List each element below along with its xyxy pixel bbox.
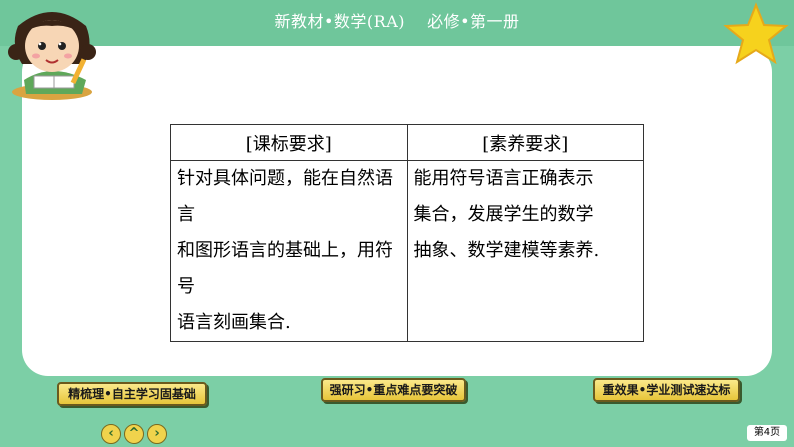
cell-line: 语言刻画集合.: [177, 312, 291, 333]
table-row: 针对具体问题，能在自然语言 和图形语言的基础上，用符号 语言刻画集合. 能用符号…: [170, 160, 644, 342]
girl-reading-icon: [8, 12, 96, 100]
next-arrow-icon[interactable]: ›: [147, 424, 167, 444]
table-header-curriculum: [课标要求]: [170, 124, 408, 161]
table-cell-curriculum: 针对具体问题，能在自然语言 和图形语言的基础上，用符号 语言刻画集合.: [170, 160, 408, 342]
table-cell-literacy: 能用符号语言正确表示 集合，发展学生的数学 抽象、数学建模等素养.: [406, 160, 644, 342]
cell-line: 和图形语言的基础上，用符号: [177, 240, 393, 297]
table-header-literacy: [素养要求]: [406, 124, 644, 161]
star-icon: [723, 2, 789, 65]
key-points-button[interactable]: 强研习•重点难点要突破: [321, 378, 466, 402]
home-arrow-icon[interactable]: ^: [124, 424, 144, 444]
assessment-button[interactable]: 重效果•学业测试速达标: [593, 378, 740, 402]
requirements-table: [课标要求] [素养要求] 针对具体问题，能在自然语言 和图形语言的基础上，用符…: [170, 124, 644, 342]
header-title: 新教材•数学(RA) 必修•第一册: [274, 12, 520, 31]
study-basics-button[interactable]: 精梳理•自主学习固基础: [57, 382, 207, 406]
cell-line: 抽象、数学建模等素养.: [413, 240, 600, 261]
prev-arrow-icon[interactable]: ‹: [101, 424, 121, 444]
cell-line: 能用符号语言正确表示: [413, 168, 594, 189]
cell-line: 集合，发展学生的数学: [413, 204, 594, 225]
page-number: 第4页: [747, 425, 787, 441]
table-header-row: [课标要求] [素养要求]: [170, 124, 644, 161]
cell-line: 针对具体问题，能在自然语言: [177, 168, 393, 225]
